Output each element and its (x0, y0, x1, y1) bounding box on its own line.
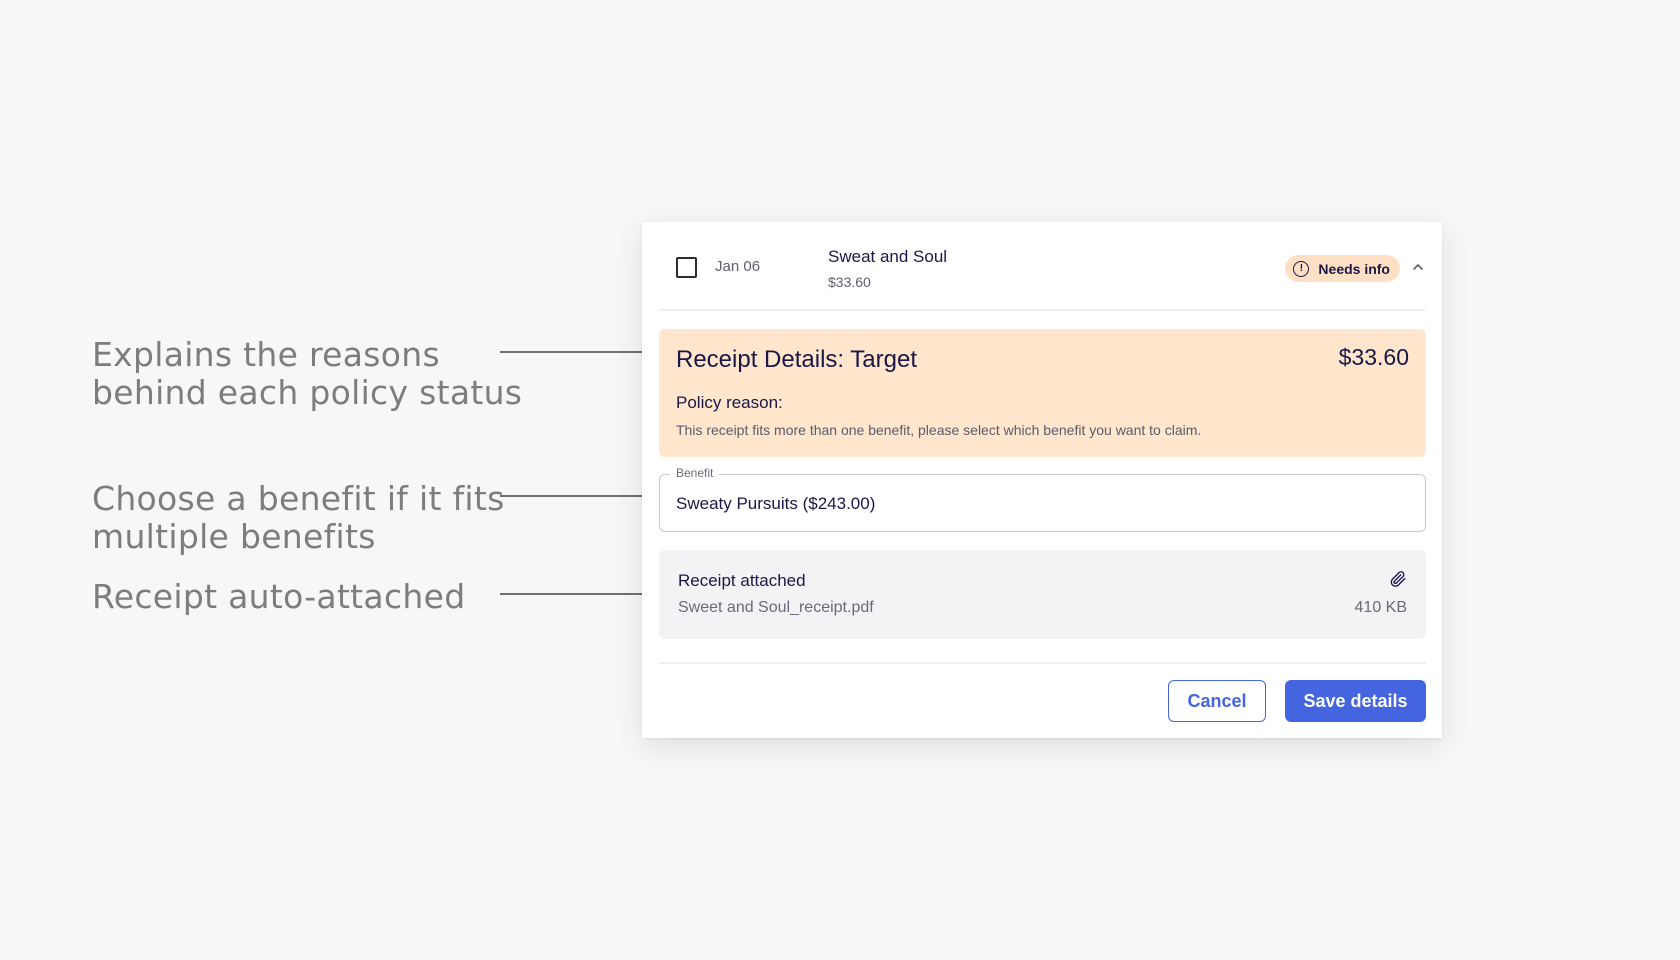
cancel-button[interactable]: Cancel (1168, 680, 1266, 722)
annotation-policy-status: Explains the reasons behind each policy … (92, 336, 522, 412)
expense-detail-card: Jan 06 Sweat and Soul $33.60 ! Needs inf… (642, 222, 1442, 738)
annotation-line: Explains the reasons (92, 335, 440, 374)
chevron-up-icon[interactable] (1411, 260, 1425, 274)
benefit-field-label: Benefit (670, 466, 720, 480)
paperclip-icon[interactable] (1389, 569, 1407, 589)
policy-reason-label: Policy reason: (676, 393, 783, 412)
receipt-details-title: Receipt Details: Target (676, 346, 918, 373)
annotation-line: Choose a benefit if it fits (92, 479, 505, 518)
annotation-line: Receipt auto-attached (92, 577, 466, 616)
expense-row[interactable]: Jan 06 Sweat and Soul $33.60 ! Needs inf… (659, 222, 1425, 311)
alert-circle-icon: ! (1293, 260, 1310, 277)
receipt-attachment[interactable]: Receipt attached Sweet and Soul_receipt.… (659, 550, 1426, 639)
attachment-filename: Sweet and Soul_receipt.pdf (678, 599, 874, 616)
policy-reason-text: This receipt fits more than one benefit,… (676, 422, 1202, 438)
annotation-line: behind each policy status (92, 373, 523, 412)
expense-date: Jan 06 (715, 258, 761, 275)
annotation-line: multiple benefits (92, 517, 376, 556)
save-details-button[interactable]: Save details (1285, 680, 1426, 722)
annotation-choose-benefit: Choose a benefit if it fits multiple ben… (92, 480, 505, 556)
attachment-size: 410 KB (1354, 599, 1407, 616)
merchant-name: Sweat and Soul (828, 247, 948, 266)
annotation-leader-line (500, 593, 648, 595)
annotation-leader-line (500, 495, 648, 497)
annotation-leader-line (500, 351, 648, 353)
receipt-details-panel: Receipt Details: Target $33.60 Policy re… (659, 329, 1426, 457)
divider (659, 662, 1426, 664)
attachment-title: Receipt attached (678, 571, 806, 590)
annotation-receipt-attached: Receipt auto-attached (92, 578, 465, 616)
benefit-select[interactable]: Benefit Sweaty Pursuits ($243.00) (659, 466, 1426, 532)
status-badge-label: Needs info (1318, 260, 1390, 277)
expense-amount: $33.60 (828, 274, 871, 290)
benefit-field-value: Sweaty Pursuits ($243.00) (676, 494, 876, 513)
receipt-details-amount: $33.60 (1338, 344, 1409, 370)
status-badge: ! Needs info (1285, 255, 1400, 282)
select-checkbox[interactable] (676, 257, 697, 278)
